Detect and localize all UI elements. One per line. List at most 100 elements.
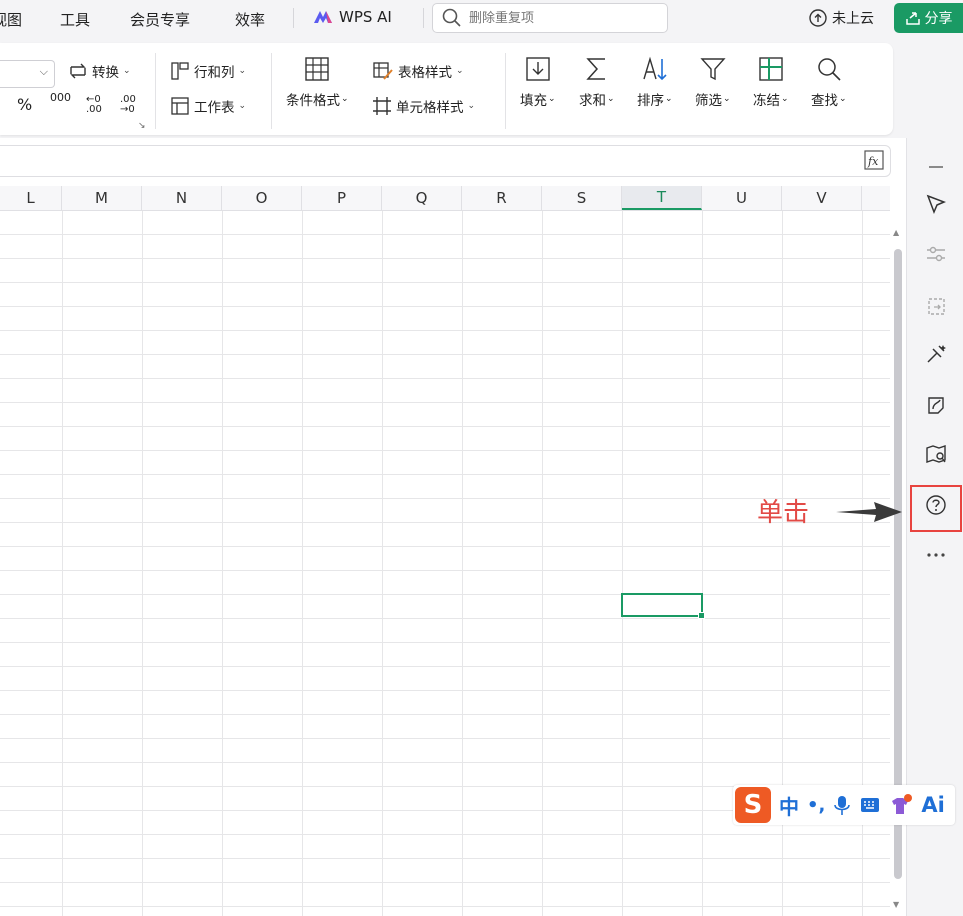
scroll-down-icon[interactable]: ▼ <box>893 900 899 909</box>
search-box[interactable] <box>432 3 668 33</box>
rows-cols-button[interactable]: 行和列 ⌄ <box>170 61 246 81</box>
column-header-row: L M N O P Q R S T U V <box>0 186 890 211</box>
ime-ai[interactable]: Ai <box>921 793 944 817</box>
column-header[interactable]: S <box>542 186 622 210</box>
select-pointer-icon[interactable] <box>923 191 949 217</box>
fx-icon[interactable]: fx <box>864 150 884 170</box>
ime-punctuation[interactable]: •, <box>807 795 825 816</box>
menu-view[interactable]: 视图 <box>0 9 22 30</box>
filter-button[interactable]: 筛选 ⌄ <box>695 55 731 109</box>
share-icon <box>905 12 920 25</box>
fill-button[interactable]: 填充 ⌄ <box>520 55 556 109</box>
menu-efficiency[interactable]: 效率 <box>235 9 265 30</box>
keyboard-icon[interactable] <box>859 795 881 815</box>
grid-hline <box>0 546 890 547</box>
dialog-launcher-icon[interactable]: ↘ <box>138 121 146 131</box>
cell-style-icon <box>373 97 391 115</box>
column-header[interactable]: R <box>462 186 542 210</box>
formula-bar[interactable]: fx <box>0 145 891 177</box>
column-header[interactable]: V <box>782 186 862 210</box>
column-header[interactable]: M <box>62 186 142 210</box>
grid-hline <box>0 714 890 715</box>
grid-hline <box>0 402 890 403</box>
scroll-up-icon[interactable]: ▲ <box>893 228 899 237</box>
wps-ai-button[interactable]: WPS AI <box>313 8 392 26</box>
percent-format-button[interactable]: % <box>17 95 32 114</box>
ime-toolbar[interactable]: S 中 •, Ai <box>733 785 955 825</box>
grid-hline <box>0 354 890 355</box>
book-search-icon[interactable] <box>923 442 949 468</box>
fill-icon <box>526 57 550 81</box>
microphone-icon[interactable] <box>833 794 851 816</box>
menu-divider <box>423 8 424 28</box>
menu-member[interactable]: 会员专享 <box>130 9 190 30</box>
find-button[interactable]: 查找 ⌄ <box>811 55 847 109</box>
grid-hline <box>0 450 890 451</box>
grid-hline <box>0 282 890 283</box>
column-header[interactable]: U <box>702 186 782 210</box>
increase-decimal-button[interactable]: ←0 .00 <box>86 95 108 115</box>
chevron-down-icon: ⌵ <box>39 65 48 78</box>
ribbon-divider <box>271 53 272 129</box>
column-header[interactable]: L <box>0 186 62 210</box>
chevron-down-icon: ⌄ <box>607 94 615 104</box>
sogou-logo-icon[interactable]: S <box>735 787 771 823</box>
grid-hline <box>0 858 890 859</box>
ime-chinese-mode[interactable]: 中 <box>779 791 799 820</box>
column-header[interactable]: O <box>222 186 302 210</box>
table-style-label: 表格样式 <box>398 65 452 81</box>
convert-icon <box>70 63 86 79</box>
grid-hline <box>0 426 890 427</box>
cell-style-button[interactable]: 单元格样式 ⌄ <box>372 96 475 116</box>
grid-hline <box>0 330 890 331</box>
column-header[interactable]: Q <box>382 186 462 210</box>
sort-button[interactable]: 排序 ⌄ <box>637 55 673 109</box>
convert-label: 转换 <box>92 65 119 81</box>
table-style-button[interactable]: 表格样式 ⌄ <box>372 61 464 81</box>
convert-button[interactable]: 转换 ⌄ <box>68 61 131 81</box>
number-format-dropdown[interactable]: ⌵ <box>0 60 55 88</box>
menu-tools[interactable]: 工具 <box>60 9 90 30</box>
column-header[interactable]: P <box>302 186 382 210</box>
crop-icon[interactable] <box>923 293 949 319</box>
column-header[interactable]: N <box>142 186 222 210</box>
chevron-down-icon: ⌄ <box>123 66 131 76</box>
skin-icon[interactable] <box>889 793 913 817</box>
sum-button[interactable]: 求和 ⌄ <box>579 55 615 109</box>
conditional-format-button[interactable]: 条件格式 ⌄ <box>286 55 349 109</box>
top-menu-bar: 视图 工具 会员专享 效率 WPS AI 未上云 分享 <box>0 0 963 36</box>
fill-label: 填充 <box>520 93 547 109</box>
filter-icon <box>700 58 726 81</box>
search-input[interactable] <box>467 9 651 27</box>
conditional-format-label: 条件格式 <box>286 93 340 109</box>
worksheet-button[interactable]: 工作表 ⌄ <box>170 96 246 116</box>
ribbon-panel: ⌵ 转换 ⌄ % 000 ←0 .00 .00 →0 ↘ 行和列 ⌄ 工作表 ⌄… <box>0 43 893 135</box>
find-label: 查找 <box>811 93 838 109</box>
thousand-separator-button[interactable]: 000 <box>50 92 71 103</box>
grid-hline <box>0 474 890 475</box>
svg-text:fx: fx <box>867 155 879 168</box>
decrease-decimal-button[interactable]: .00 →0 <box>120 95 142 115</box>
share-button[interactable]: 分享 <box>894 3 963 33</box>
adjust-sliders-icon[interactable] <box>923 241 949 267</box>
collapse-icon[interactable] <box>923 150 949 176</box>
selected-cell[interactable] <box>621 593 705 619</box>
share-label: 分享 <box>924 11 953 27</box>
magic-tools-icon[interactable] <box>923 341 949 367</box>
find-icon <box>818 58 841 81</box>
grid-hline <box>0 882 890 883</box>
sort-icon <box>643 56 667 81</box>
ai-assistant-icon[interactable] <box>923 392 949 418</box>
wps-ai-label: WPS AI <box>339 8 392 26</box>
cloud-status[interactable]: 未上云 <box>808 8 874 28</box>
more-icon[interactable] <box>923 542 949 568</box>
table-style-icon <box>373 62 393 80</box>
freeze-button[interactable]: 冻结 ⌄ <box>753 55 789 109</box>
chevron-down-icon: ⌄ <box>839 94 847 104</box>
ribbon-divider <box>155 53 156 129</box>
worksheet-label: 工作表 <box>194 100 235 116</box>
grid-hline <box>0 762 890 763</box>
grid-hline <box>0 594 890 595</box>
column-header-active[interactable]: T <box>622 186 702 210</box>
freeze-icon <box>759 57 783 81</box>
